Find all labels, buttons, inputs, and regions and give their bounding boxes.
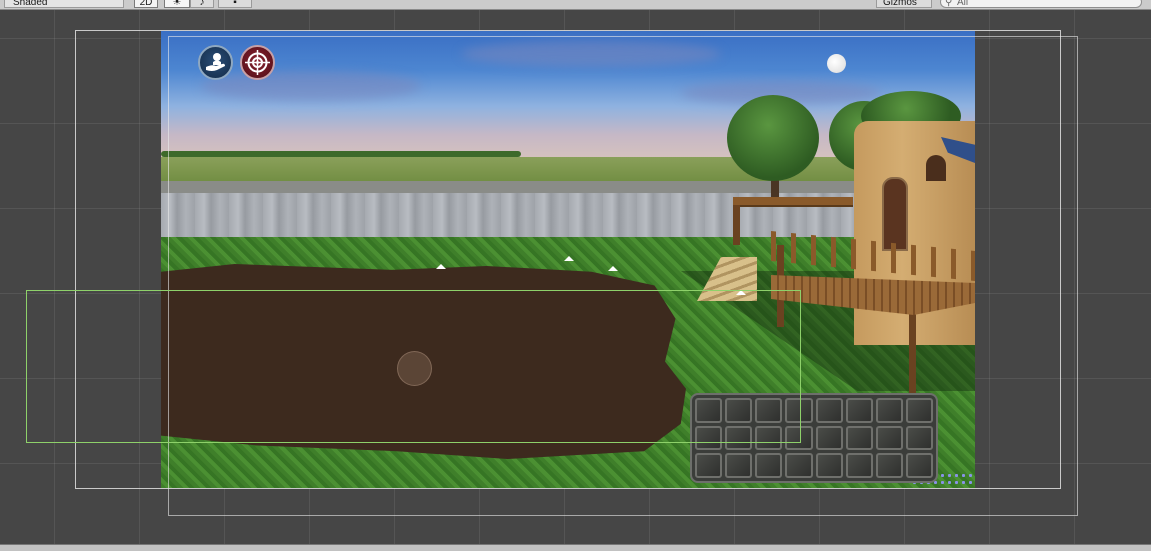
waypoint-marker[interactable] — [564, 256, 574, 261]
inventory-slot[interactable] — [845, 453, 873, 478]
inventory-slot[interactable] — [845, 425, 873, 451]
scene-toolbar: Shaded 2D ☀ ♪ ▪ Gizmos ⚲ All — [0, 0, 1151, 10]
scene-view[interactable] — [0, 10, 1151, 544]
inventory-slot[interactable] — [905, 398, 933, 423]
inventory-slot[interactable] — [725, 453, 753, 478]
inventory-slot[interactable] — [815, 398, 843, 423]
inventory-slot[interactable] — [695, 453, 723, 478]
effects-toggle-icon: ▪ — [233, 0, 237, 8]
hierarchy-search-field[interactable]: ⚲ All — [940, 0, 1142, 8]
2d-mode-toggle[interactable]: 2D — [134, 0, 158, 8]
give-hand-button[interactable] — [198, 45, 233, 80]
audio-toggle[interactable]: ♪ — [190, 0, 214, 8]
inventory-slot[interactable] — [905, 425, 933, 451]
target-icon — [245, 50, 270, 75]
inventory-slot[interactable] — [755, 425, 783, 451]
inventory-slot[interactable] — [815, 453, 843, 478]
inventory-slot[interactable] — [695, 398, 723, 423]
hand-icon — [206, 53, 225, 71]
inventory-slot[interactable] — [785, 453, 813, 478]
house-door — [882, 177, 908, 251]
inventory-slot[interactable] — [905, 453, 933, 478]
2d-mode-label: 2D — [139, 0, 153, 8]
moon — [827, 54, 846, 73]
inventory-slot[interactable] — [875, 453, 903, 478]
porch-roof — [733, 197, 853, 207]
effects-toggle[interactable]: ▪ — [218, 0, 252, 8]
audio-toggle-icon: ♪ — [199, 0, 205, 8]
inventory-slot[interactable] — [785, 425, 813, 451]
inventory-slot[interactable] — [785, 398, 813, 423]
inventory-slot[interactable] — [755, 453, 783, 478]
target-button[interactable] — [240, 45, 275, 80]
search-placeholder: All — [957, 0, 969, 8]
cloud — [201, 71, 421, 101]
inventory-slot[interactable] — [695, 425, 723, 451]
house-window — [926, 155, 946, 181]
inventory-slot[interactable] — [725, 398, 753, 423]
lighting-toggle-icon: ☀ — [172, 0, 182, 8]
inventory-slot[interactable] — [815, 425, 843, 451]
porch-post — [733, 205, 740, 245]
inventory-slot[interactable] — [875, 398, 903, 423]
gizmos-label: Gizmos — [883, 0, 917, 8]
shading-mode-dropdown[interactable]: Shaded — [4, 0, 124, 8]
virtual-joystick[interactable] — [397, 351, 432, 386]
waypoint-marker[interactable] — [436, 264, 446, 269]
inventory-slot[interactable] — [725, 425, 753, 451]
waypoint-marker[interactable] — [736, 290, 746, 295]
tree — [727, 95, 819, 181]
inventory-slot[interactable] — [755, 398, 783, 423]
cloud — [461, 41, 721, 67]
inventory-slot[interactable] — [875, 425, 903, 451]
gizmos-dropdown[interactable]: Gizmos — [876, 0, 932, 8]
inventory-grid — [690, 393, 938, 483]
waypoint-marker[interactable] — [608, 266, 618, 271]
shading-mode-label: Shaded — [13, 0, 48, 8]
inventory-slot[interactable] — [845, 398, 873, 423]
lighting-toggle[interactable]: ☀ — [164, 0, 190, 8]
search-icon: ⚲ — [945, 0, 953, 8]
